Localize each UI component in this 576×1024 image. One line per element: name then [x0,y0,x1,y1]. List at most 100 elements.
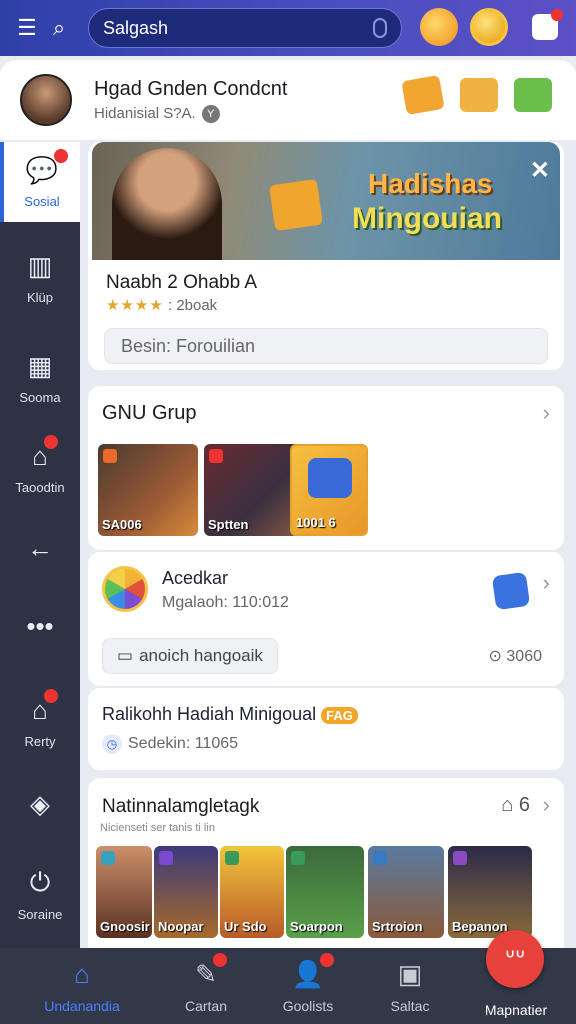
microphone-icon[interactable] [373,18,387,38]
group-card: GNU Grup › SA006 Sptten 1001 6 [88,386,564,550]
search-placeholder: Salgash [103,17,169,38]
tile-label: Noopar [158,919,204,934]
sidebar: 💬 Sosial ▥ Klüp ▦ Sooma ⌂ Taoodtin ← •••… [0,142,80,948]
national-tile[interactable]: Bepanon [448,846,532,938]
notification-badge [212,952,227,967]
sidebar-item-more[interactable]: ••• [0,590,80,670]
group-title: GNU Grup [102,402,197,424]
group-tile[interactable]: Sptten [204,444,304,536]
sidebar-item-label: Sosial [24,194,60,209]
sidebar-item-soraine[interactable]: ⏻ Soraine [0,854,80,934]
profile-subtitle: Hidanisial S?A. [94,105,196,122]
group-tile[interactable]: SA006 [98,444,198,536]
gift-box-icon [269,178,323,232]
chevron-right-icon[interactable]: › [543,400,550,426]
weekly-subtitle-text: Sedekin: 11065 [128,735,239,752]
sidebar-item-sosial[interactable]: 💬 Sosial [0,142,80,222]
national-title: Natinnalamgletagk [102,796,260,817]
nav-item-home[interactable]: ⌂ Undanandia [32,948,132,1024]
tile-label: Ur Sdo [224,919,267,934]
sidebar-item-taoodtin[interactable]: ⌂ Taoodtin [0,428,80,508]
house-icon: ⌂ [32,689,58,726]
verified-icon: Y [201,104,220,123]
banner-subtitle: Mingouian [352,202,502,235]
national-tile[interactable]: Noopar [154,846,218,938]
rating-count: 2boak [176,297,218,314]
message-icon: ▭ [117,646,134,665]
gift-box-icon[interactable] [514,78,552,112]
activity-button-label: anoich hangoaik [139,646,263,665]
back-arrow-icon: ← [27,532,53,563]
lucky-wheel-icon[interactable] [102,566,148,612]
tile-label: Srtroion [372,919,423,934]
home-icon: ⌂ [32,435,58,472]
search-icon[interactable]: ⌕ [46,15,72,41]
notification-badge [43,435,58,449]
sidebar-item-rerty[interactable]: ⌂ Rerty [0,682,80,762]
tile-badge [159,851,173,865]
profile-name: Hgad Gnden Condcnt [94,77,288,100]
nav-item-cartan[interactable]: ✎ Cartan [156,948,256,1024]
national-count: ⌂ 6 [501,794,530,816]
national-card: Natinnalamgletagk Nicienseti ser tanis t… [88,778,564,958]
notification-icon[interactable] [532,9,563,40]
weekly-title-text: Ralikohh Hadiah Minigoual [102,704,317,724]
sidebar-item-back[interactable]: ← [0,512,80,592]
avatar[interactable] [20,74,72,126]
national-tile[interactable]: Ur Sdo [220,846,284,938]
more-icon: ••• [26,610,54,641]
chevron-right-icon[interactable]: › [543,792,550,818]
tile-badge [209,449,223,463]
game-icon[interactable] [420,8,458,46]
national-tile[interactable]: Gnoosir [96,846,152,938]
nav-item-label: Cartan [184,997,228,1014]
notification-badge [43,689,58,703]
menu-icon[interactable]: ☰ [14,15,40,41]
promo-input[interactable]: Besin: Forouilian [104,328,548,364]
top-bar: ☰ ⌕ Salgash [0,0,576,56]
activity-title: Acedkar [162,568,229,588]
tile-label: Bepanon [452,919,508,934]
home-icon: ⌂ [74,958,90,989]
activity-card: Acedkar Mgalaoh: 110:012 › ▭ anoich hang… [88,552,564,686]
activity-count-value: 3060 [506,648,542,665]
clock-icon: ◷ [102,734,122,754]
tile-badge [225,851,239,865]
tile-badge [453,851,467,865]
weekly-title: Ralikohh Hadiah Minigoual FAG [102,704,358,725]
gift-box-icon[interactable] [401,74,445,116]
nav-item-goolists[interactable]: 👤 Goolists [258,948,358,1024]
search-input[interactable]: Salgash [88,8,402,48]
sidebar-item-sooma[interactable]: ▦ Sooma [0,338,80,418]
sidebar-item-klup[interactable]: ▥ Klüp [0,238,80,318]
activity-button[interactable]: ▭ anoich hangoaik [102,638,278,674]
user-icon: 👤 [292,952,335,990]
coin-icon[interactable] [470,8,508,46]
tile-label: Sptten [208,517,249,532]
sidebar-item-label: Klüp [26,290,54,305]
tile-label: Gnoosir [100,919,150,934]
tile-badge [101,851,115,865]
weekly-reward-card[interactable]: Ralikohh Hadiah Minigoual FAG ◷ Sedekin:… [88,688,564,770]
tile-badge [103,449,117,463]
promo-banner[interactable]: Hadishas Mingouian ✕ [92,142,560,260]
group-tile[interactable]: 1001 6 [290,444,368,536]
sidebar-item-label: Taoodtin [15,480,65,495]
tile-label: Soarpon [290,919,343,934]
tile-label: 1001 6 [296,515,336,530]
national-tile[interactable]: Srtroion [368,846,444,938]
shield-icon [308,458,352,498]
chevron-right-icon[interactable]: › [543,570,550,596]
sidebar-item-label: Soraine [17,906,63,922]
close-icon[interactable]: ✕ [530,156,550,185]
gift-box-icon[interactable] [460,78,498,112]
image-icon: ▣ [397,958,423,989]
app-icon[interactable] [491,571,531,611]
nav-item-saltac[interactable]: ▣ Saltac [360,948,460,1024]
sidebar-item-box[interactable]: ◈ [0,768,80,848]
fab-button[interactable]: ᐡᐡ [486,930,544,988]
national-tile[interactable]: Soarpon [286,846,364,938]
national-subtitle: Nicienseti ser tanis ti lin [100,822,215,834]
notification-badge [54,149,69,163]
book-icon: ▥ [27,251,53,281]
